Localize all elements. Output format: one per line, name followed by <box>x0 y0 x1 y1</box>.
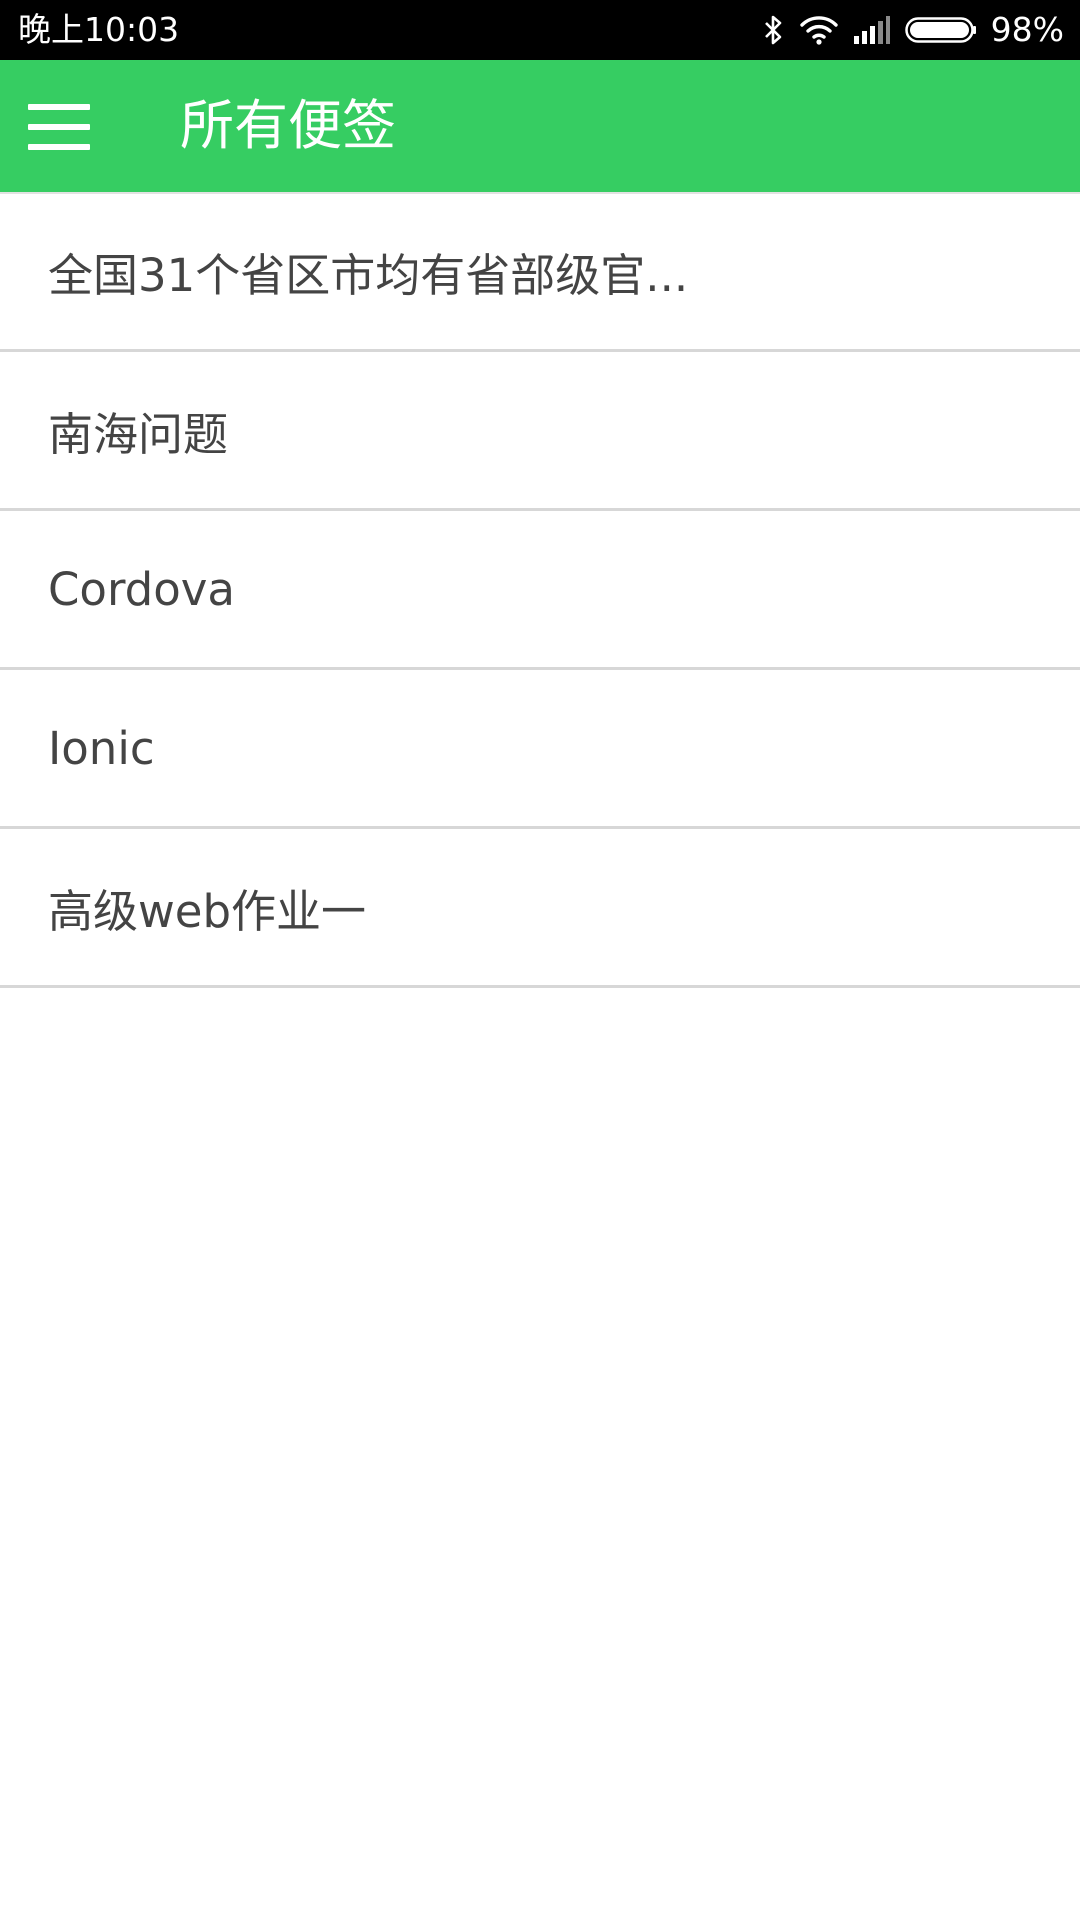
wifi-icon <box>799 15 839 45</box>
status-bar: 晚上10:03 98% <box>0 0 1080 60</box>
list-item[interactable]: 高级web作业一 <box>0 829 1080 988</box>
page-title: 所有便签 <box>180 94 396 157</box>
note-list: 全国31个省区市均有省部级官... 南海问题 Cordova Ionic 高级w… <box>0 192 1080 988</box>
status-icons: 98% <box>763 9 1064 51</box>
battery-percent: 98% <box>990 10 1064 49</box>
status-time: 晚上10:03 <box>18 10 180 49</box>
battery-icon <box>904 15 977 45</box>
list-item[interactable]: Ionic <box>0 670 1080 829</box>
list-item[interactable]: 全国31个省区市均有省部级官... <box>0 192 1080 352</box>
bluetooth-icon <box>763 14 785 46</box>
signal-icon <box>853 15 891 45</box>
list-item[interactable]: 南海问题 <box>0 352 1080 511</box>
menu-icon[interactable] <box>28 104 90 150</box>
list-item[interactable]: Cordova <box>0 511 1080 670</box>
app-bar: 所有便签 <box>0 60 1080 192</box>
